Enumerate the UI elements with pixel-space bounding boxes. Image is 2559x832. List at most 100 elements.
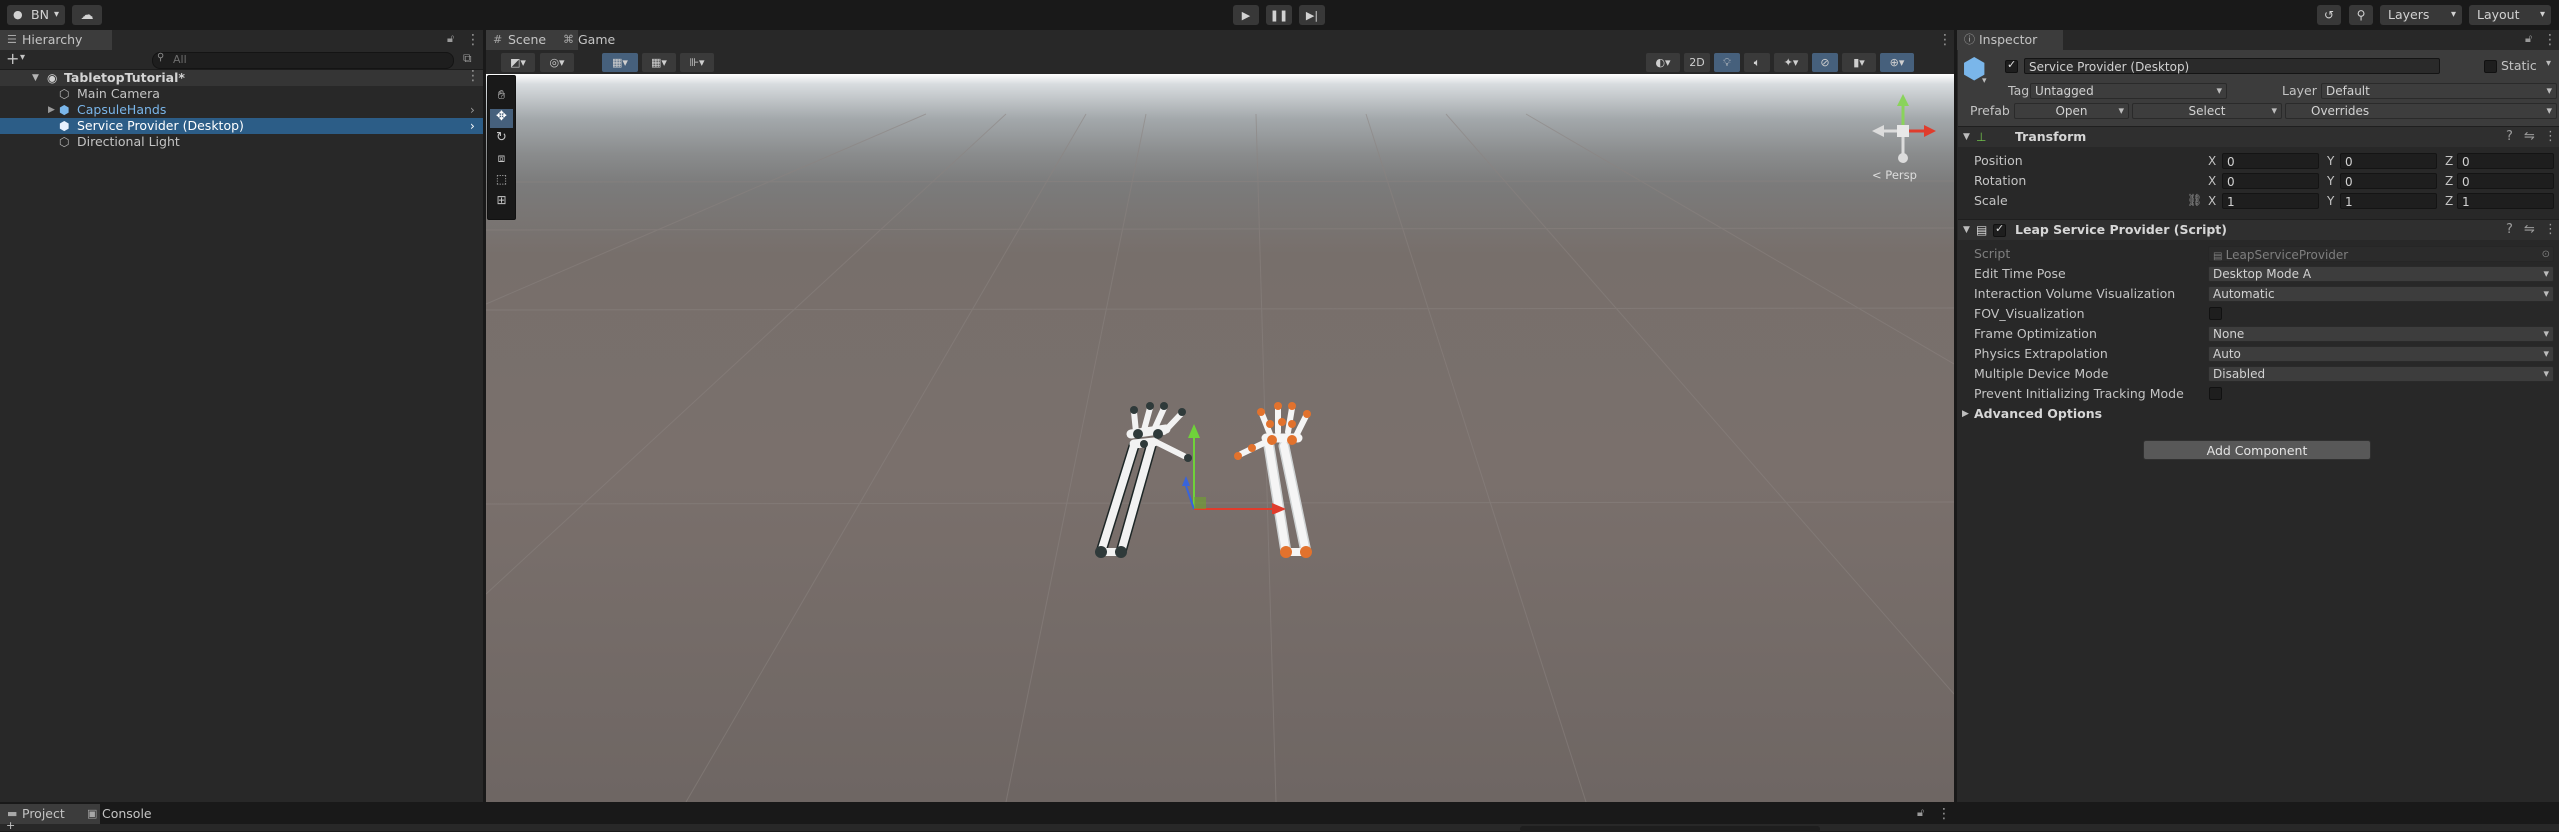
view-tool-button[interactable]: ✋︎ bbox=[490, 88, 513, 107]
scene-viewport[interactable]: ✋︎ ✥ ↻ ⧈ ⬚ ⊞ < Persp bbox=[486, 74, 1954, 802]
more-options-icon[interactable]: ⋮ bbox=[2543, 30, 2557, 50]
hierarchy-scene-row[interactable]: ▼ ◉ TabletopTutorial* ⋮ bbox=[0, 68, 483, 86]
search-button[interactable]: ⚲ bbox=[2349, 5, 2373, 25]
leap-provider-component-header[interactable]: ▼ ▤ Leap Service Provider (Script) ? ⇋ ⋮ bbox=[1958, 219, 2559, 240]
interaction-volume-dropdown[interactable]: Automatic bbox=[2208, 286, 2554, 302]
cloud-button[interactable]: ☁ bbox=[72, 5, 102, 25]
tab-hierarchy[interactable]: ☰ Hierarchy bbox=[0, 30, 112, 50]
chevron-down-icon[interactable]: ▾ bbox=[2546, 58, 2551, 69]
more-options-icon[interactable]: ⋮ bbox=[1937, 804, 1951, 824]
effects-dropdown[interactable]: ✦▾ bbox=[1774, 53, 1808, 72]
transform-tool-button[interactable]: ⊞ bbox=[490, 193, 513, 212]
object-picker-icon[interactable]: ⊙ bbox=[2542, 247, 2550, 263]
play-button[interactable]: ▶ bbox=[1233, 5, 1259, 25]
draw-mode-dropdown[interactable]: ◩▾ bbox=[501, 53, 535, 72]
rotate-tool-button[interactable]: ↻ bbox=[490, 130, 513, 149]
lock-icon[interactable]: 🔓︎ bbox=[1917, 806, 1924, 820]
frame-optimization-dropdown[interactable]: None bbox=[2208, 326, 2554, 342]
move-gizmo[interactable] bbox=[1176, 424, 1296, 514]
lock-icon[interactable]: 🔓︎ bbox=[447, 32, 454, 46]
more-options-icon[interactable]: ⋮ bbox=[1938, 30, 1952, 50]
tag-dropdown[interactable]: Untagged bbox=[2030, 83, 2227, 99]
account-dropdown[interactable]: ● BN ▾ bbox=[7, 5, 65, 25]
active-checkbox[interactable] bbox=[2005, 58, 2018, 73]
pause-button[interactable]: ❚❚ bbox=[1266, 5, 1292, 25]
prevent-init-tracking-checkbox[interactable] bbox=[2209, 387, 2222, 400]
hierarchy-item-directional-light[interactable]: ⬡ Directional Light bbox=[0, 134, 483, 150]
increment-snap-dropdown[interactable]: ▦▾ bbox=[642, 53, 676, 72]
project-search-input[interactable] bbox=[1520, 826, 1820, 832]
orientation-gizmo[interactable] bbox=[1868, 94, 1938, 164]
camera-settings-dropdown[interactable]: ▮▾ bbox=[1842, 53, 1876, 72]
hierarchy-item-service-provider[interactable]: ⬢ Service Provider (Desktop) › bbox=[0, 118, 483, 134]
help-icon[interactable]: ? bbox=[2506, 220, 2513, 240]
rotation-x-field[interactable]: 0 bbox=[2222, 173, 2319, 189]
chevron-down-icon[interactable]: ▾ bbox=[20, 52, 25, 63]
constrain-proportions-icon[interactable]: ⛓︎ bbox=[2187, 193, 2202, 207]
more-options-icon[interactable]: ⋮ bbox=[2544, 127, 2557, 147]
chevron-down-icon: ▾ bbox=[2539, 9, 2545, 20]
lock-icon[interactable]: 🔓︎ bbox=[2525, 32, 2532, 46]
more-options-icon[interactable]: ⋮ bbox=[466, 68, 480, 84]
tab-console[interactable]: ▣ Console bbox=[80, 804, 182, 824]
move-tool-button[interactable]: ✥ bbox=[490, 109, 513, 128]
static-checkbox[interactable] bbox=[2484, 60, 2497, 73]
audio-toggle[interactable]: 🔈︎ bbox=[1744, 53, 1770, 72]
hierarchy-item-main-camera[interactable]: ⬡ Main Camera bbox=[0, 86, 483, 102]
help-icon[interactable]: ? bbox=[2506, 127, 2513, 147]
layout-dropdown[interactable]: Layout ▾ bbox=[2469, 5, 2551, 25]
component-enabled-checkbox[interactable] bbox=[1993, 222, 2006, 237]
add-component-button[interactable]: Add Component bbox=[2143, 440, 2371, 460]
hidden-objects-toggle[interactable]: ⊘ bbox=[1812, 53, 1838, 72]
toggle-2d-button[interactable]: 2D bbox=[1684, 53, 1710, 72]
more-options-icon[interactable]: ⋮ bbox=[466, 30, 480, 50]
filter-icon[interactable]: ⧉ bbox=[463, 51, 472, 66]
add-icon[interactable]: + bbox=[6, 49, 19, 68]
presets-icon[interactable]: ⇋ bbox=[2524, 220, 2535, 240]
tab-game[interactable]: ⌘ Game bbox=[556, 30, 644, 50]
tab-inspector[interactable]: ⓘ Inspector bbox=[1957, 30, 2063, 50]
foldout-arrow-icon[interactable]: ▼ bbox=[1963, 127, 1970, 147]
fov-visualization-checkbox[interactable] bbox=[2209, 307, 2222, 320]
scale-z-field[interactable]: 1 bbox=[2457, 193, 2554, 209]
object-name-field[interactable]: Service Provider (Desktop) bbox=[2024, 58, 2440, 74]
prefab-open-button[interactable]: Open bbox=[2014, 103, 2129, 119]
step-button[interactable]: ▶| bbox=[1299, 5, 1325, 25]
gizmo-shading-dropdown[interactable]: ◐▾ bbox=[1646, 53, 1680, 72]
lighting-toggle[interactable]: 💡︎ bbox=[1714, 53, 1740, 72]
prefab-select-button[interactable]: Select bbox=[2132, 103, 2282, 119]
chevron-right-icon[interactable]: › bbox=[470, 118, 475, 134]
more-options-icon[interactable]: ⋮ bbox=[2544, 220, 2557, 240]
expand-arrow-icon[interactable]: ▶ bbox=[48, 102, 55, 118]
scale-tool-button[interactable]: ⧈ bbox=[490, 151, 513, 170]
foldout-arrow-icon[interactable]: ▼ bbox=[1963, 220, 1970, 240]
projection-toggle[interactable]: < Persp bbox=[1872, 168, 1917, 182]
scale-y-field[interactable]: 1 bbox=[2340, 193, 2437, 209]
position-x-field[interactable]: 0 bbox=[2222, 153, 2319, 169]
hierarchy-item-capsulehands[interactable]: ▶ ⬢ CapsuleHands › bbox=[0, 102, 483, 118]
position-z-field[interactable]: 0 bbox=[2457, 153, 2554, 169]
align-dropdown[interactable]: ⊪▾ bbox=[680, 53, 714, 72]
prefab-overrides-dropdown[interactable]: Overrides bbox=[2285, 103, 2557, 119]
add-icon[interactable]: + bbox=[6, 820, 15, 831]
chevron-right-icon[interactable]: › bbox=[470, 102, 475, 118]
physics-extrapolation-dropdown[interactable]: Auto bbox=[2208, 346, 2554, 362]
multiple-device-mode-dropdown[interactable]: Disabled bbox=[2208, 366, 2554, 382]
rect-tool-button[interactable]: ⬚ bbox=[490, 172, 513, 191]
layers-dropdown[interactable]: Layers ▾ bbox=[2380, 5, 2462, 25]
presets-icon[interactable]: ⇋ bbox=[2524, 127, 2535, 147]
hierarchy-search-input[interactable]: ⚲ All bbox=[152, 52, 454, 69]
history-button[interactable]: ↺ bbox=[2317, 5, 2341, 25]
scale-x-field[interactable]: 1 bbox=[2222, 193, 2319, 209]
transform-component-header[interactable]: ▼ ⊥ Transform ? ⇋ ⋮ bbox=[1958, 126, 2559, 147]
expand-arrow-icon[interactable]: ▼ bbox=[32, 70, 39, 86]
edit-time-pose-dropdown[interactable]: Desktop Mode A bbox=[2208, 266, 2554, 282]
position-y-field[interactable]: 0 bbox=[2340, 153, 2437, 169]
rotation-y-field[interactable]: 0 bbox=[2340, 173, 2437, 189]
rotation-z-field[interactable]: 0 bbox=[2457, 173, 2554, 189]
bottom-tabbar: ▬ Project ▣ Console 🔓︎ ⋮ bbox=[0, 804, 2559, 824]
render-mode-dropdown[interactable]: ◎▾ bbox=[540, 53, 574, 72]
gizmos-dropdown[interactable]: ⊕▾ bbox=[1880, 53, 1914, 72]
grid-snap-dropdown[interactable]: ▦▾ bbox=[602, 53, 638, 72]
layer-dropdown[interactable]: Default bbox=[2321, 83, 2557, 99]
